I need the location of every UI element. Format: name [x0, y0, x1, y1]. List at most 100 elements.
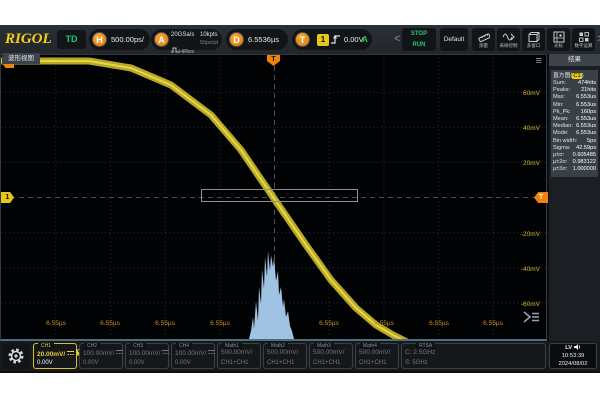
ch2-offset: 0.00V — [83, 359, 99, 367]
channel-box-ch2[interactable]: CH2 100.00mV/ 0.00V — [79, 343, 123, 369]
channel-box-math3[interactable]: Math3 500.00mV/ CH1+CH1 — [309, 343, 353, 369]
rtsa-span: S: 5GHz — [405, 359, 428, 367]
trigger-slope-icon — [331, 34, 341, 45]
multi-window-button[interactable]: 多窗口 — [522, 28, 545, 51]
t-label-2: 6.55µs — [90, 320, 130, 328]
expand-results-icon[interactable] — [522, 310, 540, 324]
trigger-pill[interactable]: T 1 0.00V A — [292, 29, 372, 50]
trigger-status-badge: TD — [57, 30, 86, 49]
channel-box-math1[interactable]: Math1 500.00mV/ CH1+CH1 — [217, 343, 261, 369]
acquisition-pill[interactable]: A 20GSa/s HiRes 10kpts 50ps/pt — [151, 29, 222, 50]
channel-box-math4[interactable]: Math4 500.00mV/ CH1+CH1 — [355, 343, 399, 369]
status-clock-box[interactable]: LV 10:53:39 2024/08/02 — [549, 343, 597, 369]
stat-row-mu2s: μ±2σ:0.983122 — [553, 159, 596, 166]
ch3-offset: 0.00V — [129, 359, 145, 367]
ch4-offset: 0.00V — [175, 359, 191, 367]
waveform-arrow-icon — [502, 31, 515, 43]
default-button[interactable]: Default — [440, 28, 468, 51]
t-label-4: 6.55µs — [200, 320, 240, 328]
math2-scale: 500.00mV/ — [267, 349, 298, 357]
digital-op-button[interactable]: 数字运算 — [572, 28, 595, 51]
ch1-scale: 20.00mV/ — [37, 349, 82, 359]
speaker-icon — [574, 344, 581, 350]
net-status-row: LV — [550, 344, 596, 352]
stat-row-mean: Mean:6.553us — [553, 116, 596, 123]
ruler-icon — [478, 31, 490, 43]
v-label-40: 40mV — [523, 125, 540, 133]
gear-icon — [7, 347, 25, 365]
dc-coupling-icon — [67, 350, 74, 356]
t-label-6: 6.55µs — [364, 320, 404, 328]
v-label-20: 20mV — [523, 160, 540, 168]
collapse-chevron-icon[interactable]: < — [394, 31, 400, 48]
acquire-knob-icon[interactable]: A — [154, 32, 169, 47]
delay-pill[interactable]: D 6.5536µs — [226, 29, 288, 50]
oscilloscope-screen: RIGOL TD H 500.00ps/ A 20GSa/s HiRes 10k… — [0, 25, 600, 373]
stat-row-binwidth: Bin width:5ps — [553, 138, 596, 145]
math3-expr: CH1+CH1 — [313, 359, 341, 367]
trigger-sweep-mode: A — [362, 29, 368, 50]
tab-waveform-view[interactable]: 波形视图 — [2, 53, 40, 64]
t-label-5: 6.55µs — [309, 320, 349, 328]
t-label-7: 6.55µs — [419, 320, 459, 328]
stat-row-mode: Mode:6.553us — [553, 130, 596, 137]
sample-control-label: 采样控制 — [498, 43, 519, 48]
ch1-offset: 0.00V — [37, 359, 53, 367]
pulse-icon — [171, 47, 179, 53]
trigger-knob-icon[interactable]: T — [295, 32, 310, 47]
ch2-scale: 100.00mV/ — [83, 349, 123, 358]
v-label-m40: -40mV — [521, 266, 540, 274]
trigger-source-badge[interactable]: 1 — [317, 34, 329, 46]
timebase-value: 500.00ps/ — [111, 29, 144, 50]
v-label-m20: -20mV — [521, 231, 540, 239]
measure-button[interactable]: 测量 — [472, 28, 495, 51]
channel-box-math2[interactable]: Math2 500.00mV/ CH1+CH1 — [263, 343, 307, 369]
t-label-3: 6.55µs — [145, 320, 185, 328]
math4-scale: 500.00mV/ — [359, 349, 390, 357]
channel-box-ch1[interactable]: CH1 20.00mV/ 0.00V — [33, 343, 77, 369]
digital-op-label: 数字运算 — [573, 43, 594, 48]
top-toolbar: RIGOL TD H 500.00ps/ A 20GSa/s HiRes 10k… — [0, 25, 600, 54]
math4-expr: CH1+CH1 — [359, 359, 387, 367]
ch3-scale: 100.00mV/ — [129, 349, 169, 358]
clock-date: 2024/08/02 — [550, 360, 596, 368]
delay-value: 6.5536µs — [248, 29, 279, 50]
cursor-button[interactable]: 光标 — [547, 28, 570, 51]
v-label-m60: -60mV — [521, 301, 540, 309]
channel-box-ch4[interactable]: CH4 100.00mV/ 0.00V — [171, 343, 215, 369]
delay-knob-icon[interactable]: D — [229, 32, 244, 47]
stat-row-min: Min:6.553us — [553, 102, 596, 109]
math1-scale: 500.00mV/ — [221, 349, 252, 357]
channel-box-ch3[interactable]: CH3 100.00mV/ 0.00V — [125, 343, 169, 369]
memory-depth: 10kpts — [200, 32, 218, 39]
v-label-60: 60mV — [523, 90, 540, 98]
rtsa-center-freq: C: 2.5GHz — [405, 349, 435, 357]
stat-row-peaks: Peaks:21hits — [553, 87, 596, 94]
ch4-scale: 100.00mV/ — [175, 349, 215, 358]
panel-source-badge: C1 — [572, 73, 581, 79]
histogram-stats-panel[interactable]: 直方图(C1) Sum:474hits Peaks:21hits Max:6.5… — [551, 70, 598, 177]
dc-coupling-icon — [162, 349, 169, 355]
histogram-range-box[interactable] — [201, 189, 358, 202]
stat-row-mu1s: μ±σ:0.605485 — [553, 152, 596, 159]
settings-button[interactable] — [3, 343, 29, 369]
panel-title-prefix: 直方图( — [553, 73, 572, 79]
dc-coupling-icon — [116, 349, 123, 355]
horizontal-knob-icon[interactable]: H — [92, 32, 107, 47]
math3-scale: 500.00mV/ — [313, 349, 344, 357]
sample-rate: 20GSa/s — [171, 32, 194, 39]
stop-run-button[interactable]: STOP RUN — [402, 28, 436, 51]
cursor-label: 光标 — [548, 43, 569, 48]
menu-icon[interactable]: ≡ — [536, 55, 542, 67]
waveform-display[interactable]: ≡ T 1 1 T 60mV 40mV 20mV -20mV -40mV -60… — [0, 54, 547, 341]
lan-status: LV — [565, 345, 572, 351]
math2-expr: CH1+CH1 — [267, 359, 295, 367]
rtsa-box[interactable]: RTSA C: 2.5GHz S: 5GHz — [401, 343, 546, 369]
results-sidebar: 结果 直方图(C1) Sum:474hits Peaks:21hits Max:… — [549, 54, 600, 341]
horizontal-timebase-pill[interactable]: H 500.00ps/ — [89, 29, 150, 50]
stat-row-median: Median:6.553us — [553, 123, 596, 130]
stat-row-sum: Sum:474hits — [553, 80, 596, 87]
sample-control-button[interactable]: 采样控制 — [497, 28, 520, 51]
multi-window-label: 多窗口 — [523, 43, 544, 48]
histogram-panel-title: 直方图(C1) — [553, 72, 596, 80]
